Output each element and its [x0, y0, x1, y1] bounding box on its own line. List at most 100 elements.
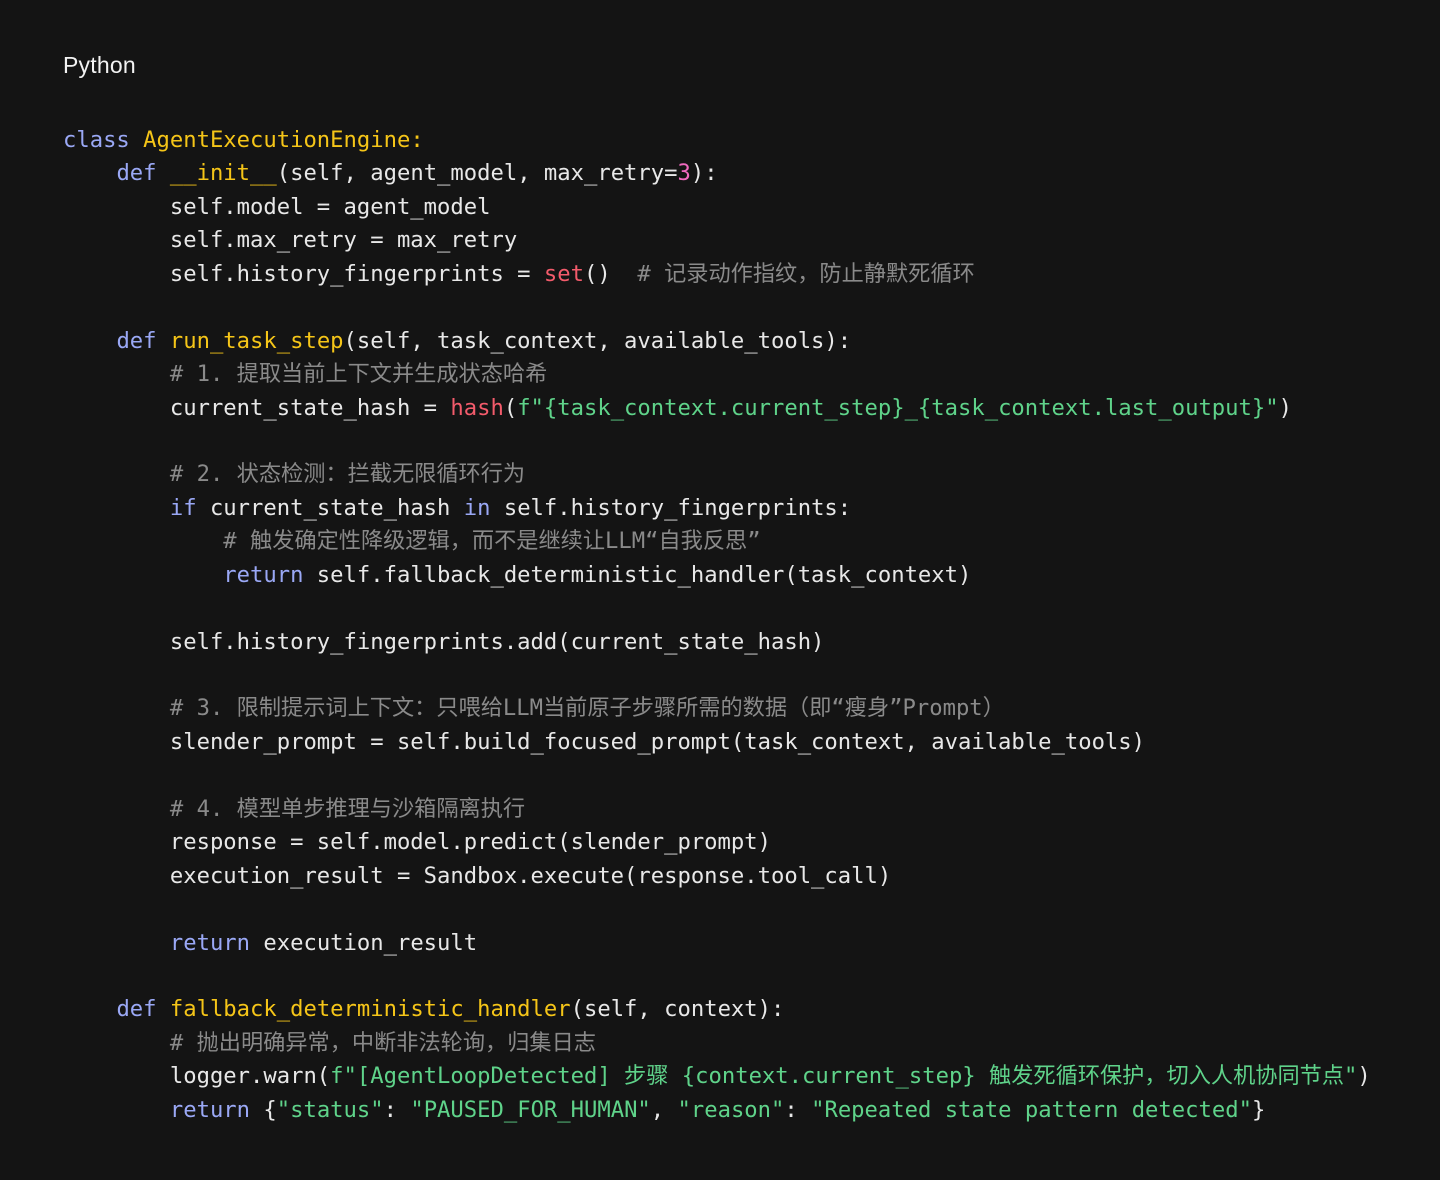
- code-token: {: [250, 1096, 277, 1123]
- code-token: current_state_hash =: [63, 394, 451, 421]
- code-token: (self, agent_model, max_retry=: [276, 160, 678, 187]
- code-token: hash: [450, 394, 504, 421]
- code-token: # 记录动作指纹，防止静默死循环: [637, 260, 975, 287]
- code-line: def __init__(self, agent_model, max_retr…: [63, 157, 1371, 190]
- code-token: self.fallback_deterministic_handler(task…: [303, 561, 972, 588]
- code-token: ): [1278, 394, 1292, 421]
- code-token: f"{task_context.current_step}_{task_cont…: [517, 394, 1279, 421]
- code-token: (self, task_context, available_tools):: [343, 327, 852, 354]
- code-token: run_task_step: [169, 327, 344, 354]
- code-token: if: [169, 494, 197, 521]
- code-token: self.history_fingerprints.add(current_st…: [63, 628, 825, 655]
- code-token: def: [116, 327, 157, 354]
- code-token: :: [383, 1096, 411, 1123]
- code-token: execution_result = Sandbox.execute(respo…: [63, 862, 892, 889]
- code-token: set: [543, 260, 584, 287]
- code-line: def run_task_step(self, task_context, av…: [63, 325, 1371, 358]
- code-token: in: [463, 494, 491, 521]
- code-token: response = self.model.predict(slender_pr…: [63, 829, 771, 856]
- code-token: self.model = agent_model: [63, 193, 491, 220]
- code-line: self.max_retry = max_retry: [63, 224, 1371, 257]
- code-token: return: [169, 929, 251, 956]
- code-token: # 触发确定性降级逻辑，而不是继续让LLM“自我反思”: [223, 528, 761, 555]
- code-line: if current_state_hash in self.history_fi…: [63, 492, 1371, 525]
- code-token: slender_prompt = self.build_focused_prom…: [63, 728, 1145, 755]
- code-token: # 4. 模型单步推理与沙箱隔离执行: [169, 795, 526, 822]
- code-token: ):: [690, 160, 718, 187]
- code-line: self.history_fingerprints = set() # 记录动作…: [63, 258, 1371, 291]
- code-token: class: [63, 127, 130, 153]
- code-line: return execution_result: [63, 927, 1371, 960]
- code-token: (): [583, 260, 638, 287]
- code-line: # 3. 限制提示词上下文：只喂给LLM当前原子步骤所需的数据（即“瘦身”Pro…: [63, 692, 1371, 725]
- code-token: current_state_hash: [196, 494, 464, 521]
- code-line: # 2. 状态检测：拦截无限循环行为: [63, 458, 1371, 491]
- code-line: # 1. 提取当前上下文并生成状态哈希: [63, 358, 1371, 391]
- code-line: class AgentExecutionEngine:: [63, 124, 1371, 157]
- code-token: "PAUSED_FOR_HUMAN": [410, 1096, 651, 1123]
- code-line: # 4. 模型单步推理与沙箱隔离执行: [63, 793, 1371, 826]
- code-token: def: [116, 996, 157, 1023]
- code-token: self.history_fingerprints =: [63, 260, 544, 287]
- code-line: return self.fallback_deterministic_handl…: [63, 559, 1371, 592]
- code-token: return: [169, 1096, 251, 1123]
- code-content[interactable]: class AgentExecutionEngine: def __init__…: [63, 124, 1371, 1127]
- code-line: current_state_hash = hash(f"{task_contex…: [63, 392, 1371, 425]
- code-token: return: [223, 561, 304, 588]
- code-token: }: [1251, 1096, 1266, 1123]
- code-token: execution_result: [250, 929, 478, 956]
- code-token: (self, context):: [570, 996, 785, 1023]
- code-line: self.history_fingerprints.add(current_st…: [63, 626, 1371, 659]
- code-line: def fallback_deterministic_handler(self,…: [63, 993, 1371, 1026]
- code-token: ,: [650, 1096, 678, 1123]
- code-line: self.model = agent_model: [63, 191, 1371, 224]
- code-token: logger.warn(: [63, 1063, 331, 1090]
- code-token: "status": [276, 1096, 384, 1123]
- code-token: self.history_fingerprints:: [490, 494, 852, 521]
- code-line: slender_prompt = self.build_focused_prom…: [63, 726, 1371, 759]
- code-token: def: [116, 160, 157, 187]
- code-block-panel: Python class AgentExecutionEngine: def _…: [0, 0, 1440, 1180]
- code-token: :: [784, 1096, 812, 1123]
- code-token: (: [503, 394, 518, 421]
- code-line: # 触发确定性降级逻辑，而不是继续让LLM“自我反思”: [63, 525, 1371, 558]
- code-line: execution_result = Sandbox.execute(respo…: [63, 860, 1371, 893]
- code-line: return {"status": "PAUSED_FOR_HUMAN", "r…: [63, 1094, 1371, 1127]
- code-token: # 抛出明确异常，中断非法轮询，归集日志: [169, 1029, 596, 1056]
- code-token: # 3. 限制提示词上下文：只喂给LLM当前原子步骤所需的数据（即“瘦身”Pro…: [169, 695, 1005, 722]
- code-token: fallback_deterministic_handler: [169, 996, 571, 1023]
- code-token: # 2. 状态检测：拦截无限循环行为: [169, 461, 526, 488]
- code-language-label: Python: [63, 52, 136, 78]
- code-line: response = self.model.predict(slender_pr…: [63, 826, 1371, 859]
- code-token: 3: [677, 160, 691, 187]
- code-token: # 1. 提取当前上下文并生成状态哈希: [169, 361, 548, 388]
- code-token: AgentExecutionEngine:: [143, 127, 424, 153]
- code-token: "Repeated state pattern detected": [811, 1096, 1252, 1123]
- code-token: "reason": [677, 1096, 785, 1123]
- code-token: self.max_retry = max_retry: [63, 227, 518, 254]
- code-token: __init__: [169, 160, 277, 187]
